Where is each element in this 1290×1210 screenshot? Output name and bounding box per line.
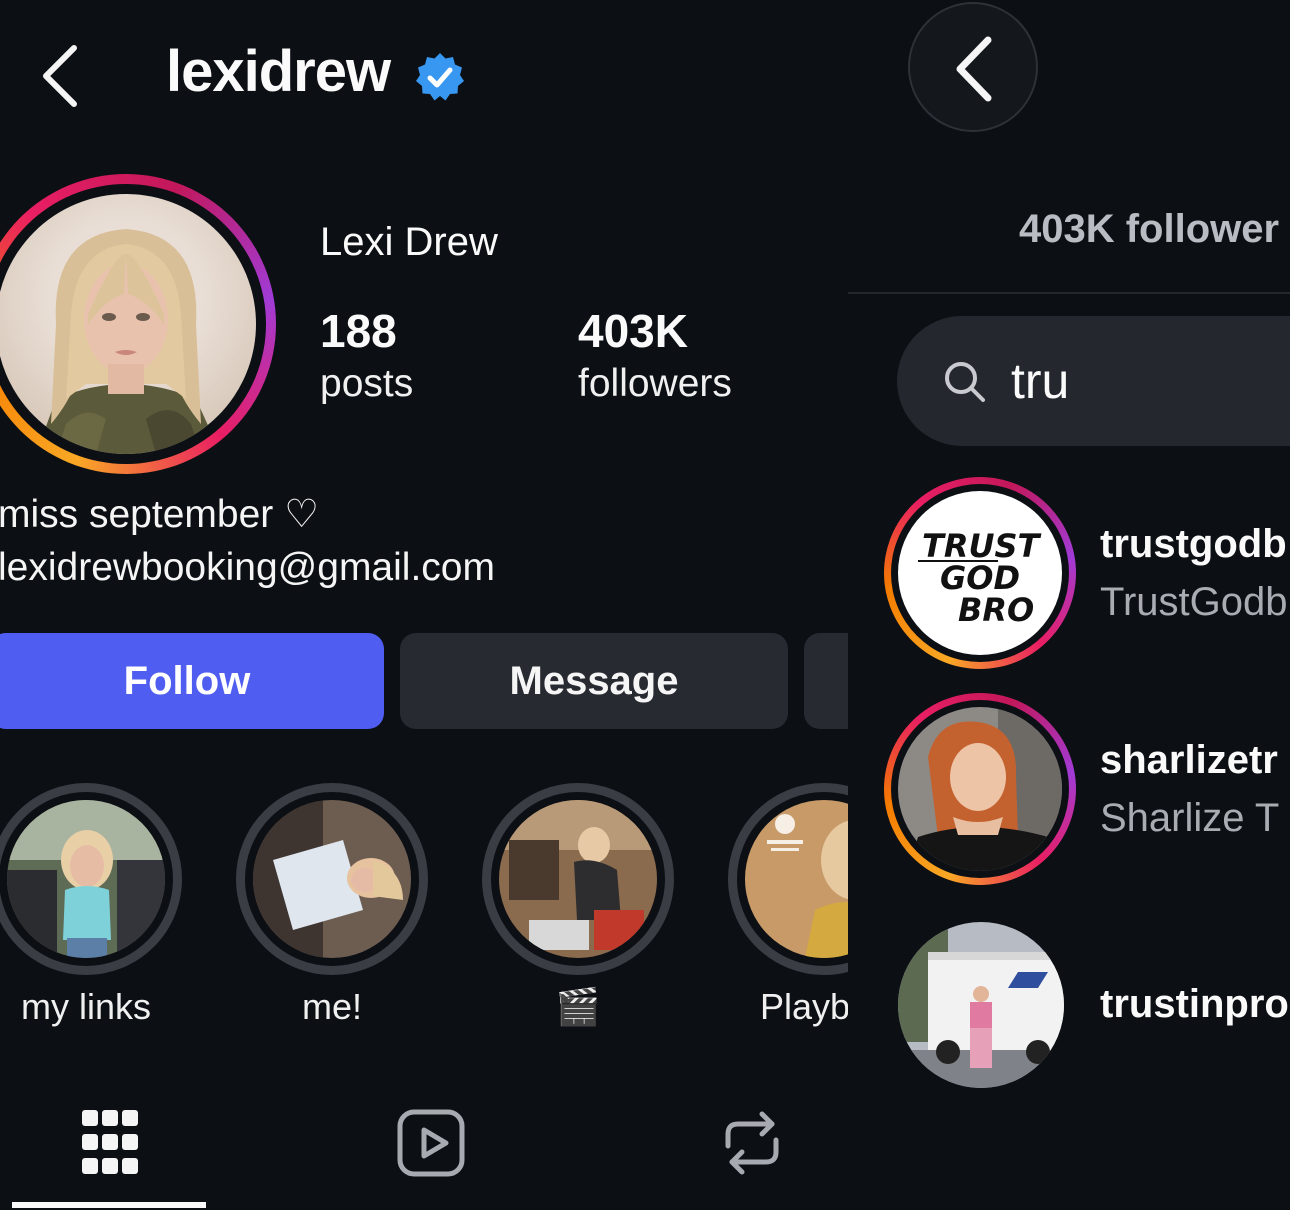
bio-line-1: miss september ♡ — [0, 493, 320, 536]
highlight-thumbnail — [253, 800, 411, 958]
highlight-label: 🎬 — [555, 986, 601, 1027]
search-input[interactable]: tru — [897, 316, 1290, 446]
followers-label[interactable]: followers — [578, 362, 732, 406]
highlight-thumbnail — [499, 800, 657, 958]
highlight-thumbnail — [745, 800, 848, 958]
highlight-clapper[interactable] — [482, 783, 674, 975]
avatar: TRUST GOD BRO — [898, 491, 1062, 655]
message-button[interactable]: Message — [400, 633, 788, 729]
search-query-text: tru — [1011, 353, 1070, 409]
split-screenshot: lexidrew Lexi Drew 188 posts 403K follow… — [0, 0, 1290, 1210]
avatar — [898, 707, 1062, 871]
avatar-portrait-image — [36, 229, 221, 454]
divider — [848, 292, 1290, 294]
result-username[interactable]: trustgodb — [1100, 522, 1287, 567]
reels-icon[interactable] — [396, 1108, 466, 1178]
bio-email-link[interactable]: lexidrewbooking@gmail.com — [0, 546, 495, 590]
result-avatar-story-ring[interactable]: TRUST GOD BRO — [884, 477, 1076, 669]
avatar — [0, 194, 256, 454]
result-full-name: TrustGodb — [1100, 580, 1288, 624]
reposts-icon[interactable] — [720, 1108, 784, 1178]
result-username[interactable]: trustinpro — [1100, 982, 1289, 1027]
highlight-label: me! — [301, 986, 362, 1027]
result-full-name: Sharlize T — [1100, 796, 1280, 840]
follow-button[interactable]: Follow — [0, 633, 384, 729]
highlight-playboy[interactable] — [728, 783, 848, 975]
profile-display-name: Lexi Drew — [320, 220, 498, 264]
back-button[interactable] — [908, 2, 1038, 132]
avatar[interactable] — [898, 922, 1064, 1088]
avatar-logo-text: BRO — [958, 591, 1034, 629]
highlight-my-links[interactable] — [0, 783, 182, 975]
profile-avatar-story-ring[interactable] — [0, 174, 276, 474]
active-tab-indicator — [12, 1202, 206, 1208]
posts-label: posts — [320, 362, 414, 405]
highlight-label: my links — [20, 986, 151, 1027]
search-icon — [945, 362, 985, 402]
chevron-left-icon — [43, 45, 77, 107]
back-button[interactable] — [36, 40, 88, 112]
profile-username-title: lexidrew — [166, 39, 391, 104]
posts-count: 188 — [320, 305, 397, 357]
more-actions-button[interactable] — [804, 633, 848, 729]
highlight-me[interactable] — [236, 783, 428, 975]
result-avatar-story-ring[interactable] — [884, 693, 1076, 885]
followers-count[interactable]: 403K — [578, 304, 688, 358]
verified-badge-icon — [416, 53, 464, 101]
result-username[interactable]: sharlizetr — [1100, 738, 1278, 783]
highlight-label: Playb — [760, 986, 848, 1027]
grid-icon[interactable] — [80, 1108, 140, 1178]
highlight-thumbnail — [7, 800, 165, 958]
chevron-left-icon — [956, 36, 992, 102]
profile-panel: lexidrew Lexi Drew 188 posts 403K follow… — [0, 0, 848, 1210]
tab-followers[interactable]: 403K follower — [1019, 207, 1279, 252]
followers-search-panel: 403K follower tru TRUST GOD BRO trustgod… — [848, 0, 1290, 1210]
